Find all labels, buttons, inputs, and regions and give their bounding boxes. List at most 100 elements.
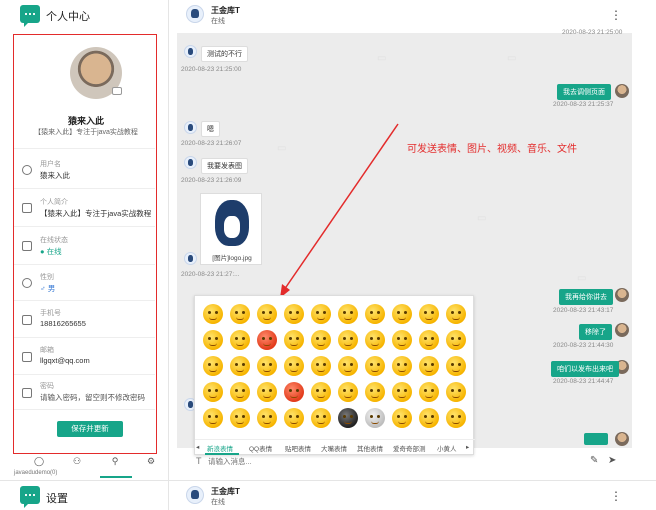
emoji-item[interactable]: [284, 382, 304, 402]
emoji-tab[interactable]: 贴吧表情: [285, 443, 311, 453]
contact-avatar[interactable]: [186, 486, 204, 504]
text-format-icon[interactable]: T: [196, 456, 202, 466]
emoji-item[interactable]: [230, 330, 250, 350]
field-value-phone[interactable]: 18816265655: [40, 319, 86, 328]
emoji-item[interactable]: [392, 356, 412, 376]
send-icon[interactable]: ➤: [608, 455, 616, 466]
message-bubble[interactable]: 移除了: [579, 324, 612, 340]
emoji-item[interactable]: [257, 408, 277, 428]
emoji-item[interactable]: [365, 330, 385, 350]
field-value-email[interactable]: llgqxt@qq.com: [40, 356, 90, 365]
emoji-item[interactable]: [338, 408, 358, 428]
emoji-tab[interactable]: 爱奇奇部测: [393, 443, 426, 453]
emoji-item[interactable]: [203, 356, 223, 376]
emoji-item[interactable]: [284, 356, 304, 376]
emoji-item[interactable]: [446, 356, 466, 376]
emoji-item[interactable]: [338, 304, 358, 324]
emoji-item[interactable]: [365, 382, 385, 402]
emoji-item[interactable]: [419, 304, 439, 324]
message-avatar[interactable]: [184, 252, 197, 265]
message-bubble[interactable]: 测试的不行: [201, 46, 248, 62]
field-value-username[interactable]: 猿来入此: [40, 170, 70, 181]
message-avatar[interactable]: [184, 121, 197, 134]
my-avatar[interactable]: [615, 288, 629, 302]
emoji-item[interactable]: [230, 304, 250, 324]
emoji-item[interactable]: [284, 304, 304, 324]
emoji-item[interactable]: [284, 330, 304, 350]
more-options-icon[interactable]: ⋮: [610, 489, 622, 503]
emoji-tab[interactable]: 其他表情: [357, 443, 383, 453]
emoji-item[interactable]: [365, 304, 385, 324]
emoji-item[interactable]: [338, 330, 358, 350]
emoji-item[interactable]: [392, 408, 412, 428]
emoji-item[interactable]: [203, 382, 223, 402]
field-value-status[interactable]: ● 在线: [40, 246, 62, 257]
camera-icon[interactable]: [112, 87, 122, 95]
my-avatar[interactable]: [615, 323, 629, 337]
emoji-item[interactable]: [419, 330, 439, 350]
emoji-item[interactable]: [257, 330, 277, 350]
emoji-item[interactable]: [311, 330, 331, 350]
attachment-icon[interactable]: ✎: [590, 455, 598, 466]
emoji-item[interactable]: [419, 382, 439, 402]
field-value-bio[interactable]: 【猿来入此】专注于java实战教程: [40, 208, 151, 219]
chat-tab-icon[interactable]: ◯: [34, 456, 44, 466]
emoji-item[interactable]: [230, 382, 250, 402]
emoji-message[interactable]: [584, 433, 608, 445]
scroll-right-icon[interactable]: ▸: [466, 443, 469, 451]
message-bubble[interactable]: 嗯: [201, 121, 220, 137]
image-message[interactable]: [图片]logo.jpg: [200, 193, 262, 265]
emoji-panel[interactable]: ◂ 新浪表情 QQ表情 贴吧表情 大嘴表情 其他表情 爱奇奇部测 小黄人 ▸: [194, 295, 475, 455]
emoji-tab[interactable]: QQ表情: [249, 443, 272, 453]
emoji-tab[interactable]: 新浪表情: [207, 443, 233, 453]
emoji-item[interactable]: [392, 382, 412, 402]
emoji-item[interactable]: [230, 408, 250, 428]
emoji-item[interactable]: [311, 356, 331, 376]
emoji-item[interactable]: [203, 408, 223, 428]
emoji-item[interactable]: [257, 304, 277, 324]
emoji-item[interactable]: [419, 356, 439, 376]
message-bubble[interactable]: 咱们以发布出来吧: [551, 361, 619, 377]
profile-tab-icon[interactable]: ⚲: [110, 456, 120, 466]
emoji-item[interactable]: [311, 408, 331, 428]
emoji-item[interactable]: [392, 330, 412, 350]
emoji-item[interactable]: [338, 356, 358, 376]
message-avatar[interactable]: [184, 45, 197, 58]
emoji-tab[interactable]: 大嘴表情: [321, 443, 347, 453]
message-bubble[interactable]: 我去调侧页面: [557, 84, 611, 100]
emoji-item[interactable]: [230, 356, 250, 376]
emoji-item[interactable]: [365, 408, 385, 428]
emoji-item[interactable]: [203, 330, 223, 350]
contact-avatar[interactable]: [186, 5, 204, 23]
contacts-tab-icon[interactable]: ⚇: [72, 456, 82, 466]
emoji-item[interactable]: [446, 408, 466, 428]
emoji-item[interactable]: [419, 408, 439, 428]
settings-tab-icon[interactable]: ⚙: [146, 456, 156, 466]
my-avatar[interactable]: [615, 84, 629, 98]
my-avatar[interactable]: [615, 432, 629, 446]
emoji-item[interactable]: [365, 356, 385, 376]
scroll-left-icon[interactable]: ◂: [196, 443, 199, 451]
message-bubble[interactable]: 我要发表图: [201, 158, 248, 174]
save-button[interactable]: 保存并更新: [57, 421, 123, 437]
emoji-item[interactable]: [392, 304, 412, 324]
message-avatar[interactable]: [184, 156, 197, 169]
emoji-item[interactable]: [446, 330, 466, 350]
message-input[interactable]: [208, 455, 568, 468]
emoji-item[interactable]: [257, 356, 277, 376]
field-value-password[interactable]: 请输入密码，留空则不修改密码: [40, 392, 145, 403]
emoji-item[interactable]: [284, 408, 304, 428]
emoji-item[interactable]: [338, 382, 358, 402]
field-value-gender[interactable]: ♂ 男: [40, 283, 55, 294]
emoji-item[interactable]: [311, 304, 331, 324]
emoji-item[interactable]: [203, 304, 223, 324]
more-options-icon[interactable]: ⋮: [610, 8, 622, 22]
emoji-item[interactable]: [311, 382, 331, 402]
emoji-grid[interactable]: [199, 300, 471, 434]
divider: [0, 480, 656, 481]
emoji-item[interactable]: [446, 304, 466, 324]
emoji-item[interactable]: [446, 382, 466, 402]
message-bubble[interactable]: 我再给你讲去: [559, 289, 613, 305]
emoji-item[interactable]: [257, 382, 277, 402]
emoji-tab[interactable]: 小黄人: [437, 443, 457, 453]
